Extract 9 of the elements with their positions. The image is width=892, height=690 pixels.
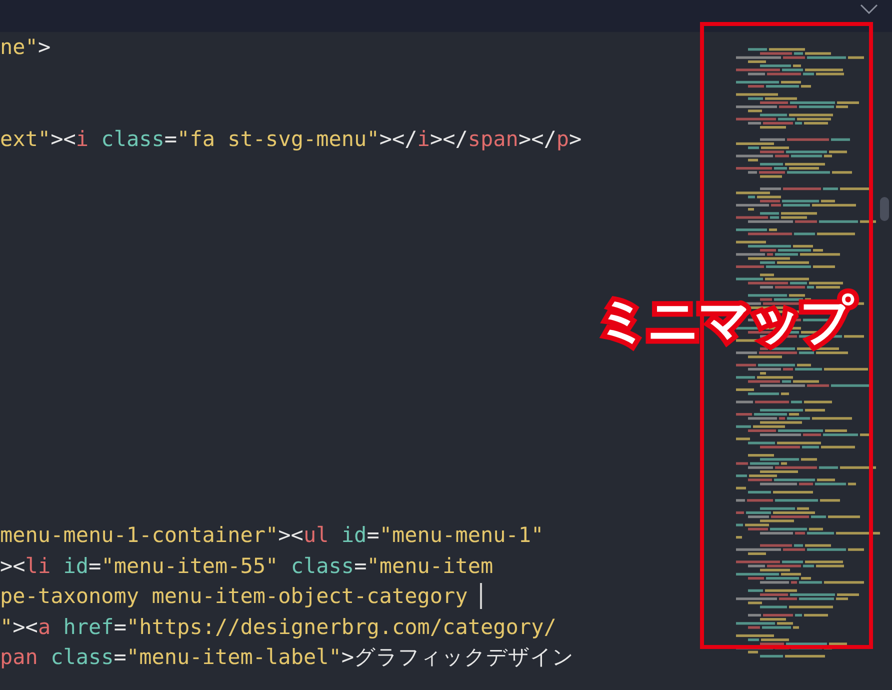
code-line: ext"><i class="fa st-svg-menu"></i></span></p> [0,126,582,153]
code-line: menu-menu-1-container"><ul id="menu-menu-1" [0,522,544,550]
code-line: pe-taxonomy menu-item-object-category [0,583,468,610]
chevron-down-icon[interactable] [860,4,878,14]
code-line: "><a href="https://designerbrg.com/category/ [0,614,556,641]
code-line: ne"> [0,34,51,62]
scrollbar-thumb[interactable] [880,197,889,221]
code-line: ><li id="menu-item-55" class="menu-item [0,552,494,580]
code-line: pan class="menu-item-label">グラフィックデザイン [0,644,574,672]
